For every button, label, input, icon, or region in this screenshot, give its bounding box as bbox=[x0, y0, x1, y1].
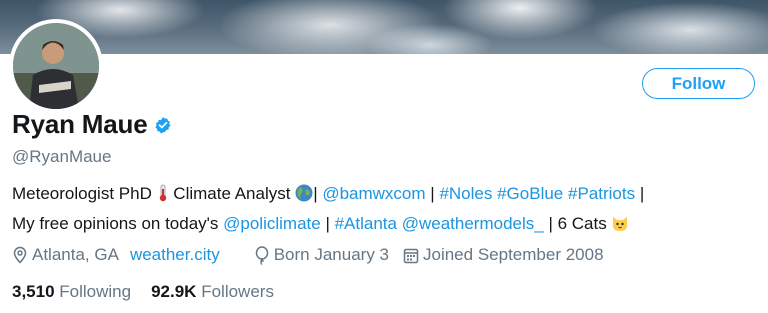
location-pin-icon bbox=[12, 246, 28, 264]
profile-banner[interactable] bbox=[0, 0, 768, 54]
bio-separator: | bbox=[635, 184, 645, 203]
profile-meta: Atlanta, GA weather.city Born January 3 … bbox=[12, 245, 604, 265]
mention-policlimate[interactable]: @policlimate bbox=[223, 214, 321, 233]
thermometer-emoji bbox=[157, 183, 169, 210]
bio-text: | bbox=[313, 184, 323, 203]
location-text: Atlanta, GA bbox=[32, 245, 119, 264]
bio-text: Meteorologist PhD bbox=[12, 184, 157, 203]
bio-text: My free opinions on today's bbox=[12, 214, 224, 233]
avatar[interactable] bbox=[9, 19, 103, 113]
hashtag-atlanta[interactable]: #Atlanta bbox=[335, 214, 397, 233]
hashtag-noles[interactable]: #Noles bbox=[439, 184, 492, 203]
mention-weathermodels[interactable]: @weathermodels_ bbox=[402, 214, 544, 233]
name-row: Ryan Maue bbox=[12, 109, 172, 140]
birthday-item: Born January 3 bbox=[254, 245, 389, 265]
follow-stats: 3,510 Following 92.9K Followers bbox=[12, 282, 274, 302]
following-count: 3,510 bbox=[12, 282, 55, 301]
globe-emoji bbox=[295, 183, 313, 210]
website-link[interactable]: weather.city bbox=[130, 245, 220, 265]
bio-text: | 6 Cats bbox=[543, 214, 612, 233]
joined-item: Joined September 2008 bbox=[403, 245, 604, 265]
following-label: Following bbox=[59, 282, 132, 301]
calendar-icon bbox=[403, 247, 419, 264]
bio: Meteorologist PhD Climate Analyst | @bam… bbox=[12, 180, 762, 240]
birthday-text: Born January 3 bbox=[273, 245, 389, 264]
followers-count: 92.9K bbox=[151, 282, 197, 301]
follow-button[interactable]: Follow bbox=[642, 68, 755, 99]
balloon-icon bbox=[254, 245, 270, 265]
user-handle: @RyanMaue bbox=[12, 147, 112, 166]
location-item: Atlanta, GA bbox=[12, 245, 119, 265]
following-stat[interactable]: 3,510 Following bbox=[12, 282, 131, 302]
followers-stat[interactable]: 92.9K Followers bbox=[151, 282, 274, 302]
bio-separator: | bbox=[425, 184, 440, 203]
verified-badge-icon bbox=[154, 116, 172, 134]
cat-emoji bbox=[611, 213, 629, 240]
hashtag-patriots[interactable]: #Patriots bbox=[568, 184, 635, 203]
mention-bamwxcom[interactable]: @bamwxcom bbox=[322, 184, 425, 203]
display-name: Ryan Maue bbox=[12, 109, 148, 139]
bio-separator: | bbox=[320, 214, 335, 233]
hashtag-goblue[interactable]: #GoBlue bbox=[497, 184, 563, 203]
followers-label: Followers bbox=[201, 282, 274, 301]
bio-text: Climate Analyst bbox=[168, 184, 296, 203]
joined-text: Joined September 2008 bbox=[423, 245, 604, 264]
